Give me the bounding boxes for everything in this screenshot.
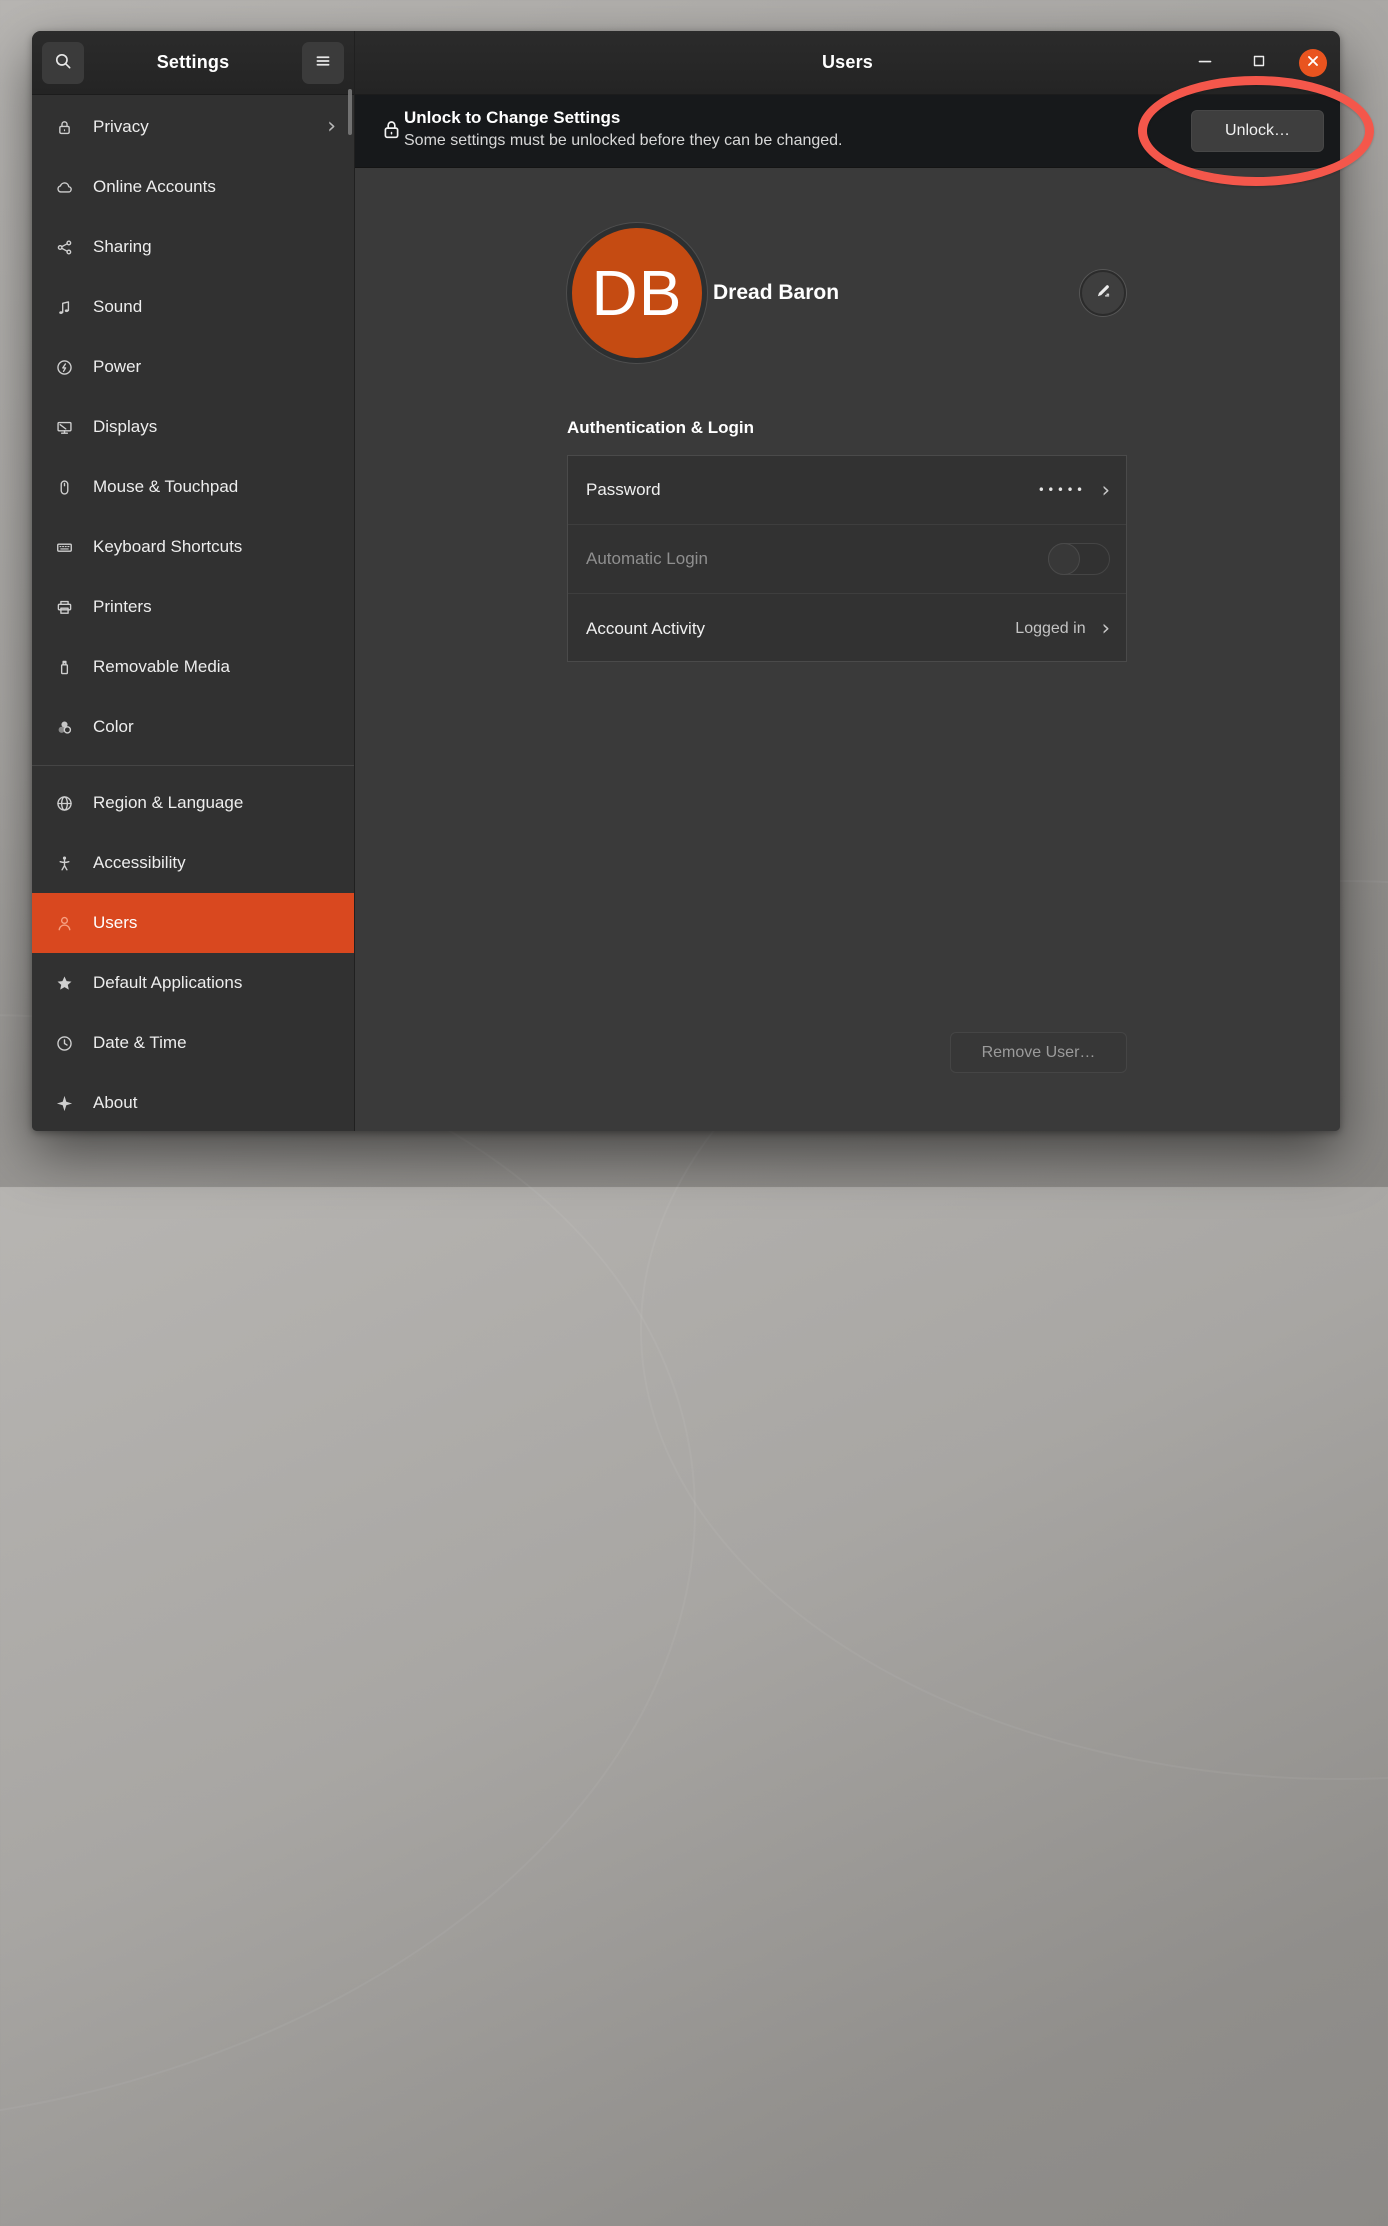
mouse-icon	[54, 477, 74, 497]
password-value: •••••	[1038, 483, 1086, 497]
avatar[interactable]: DB	[567, 223, 707, 363]
sidebar-item-label: Keyboard Shortcuts	[93, 537, 242, 557]
close-icon	[1304, 52, 1322, 75]
sidebar-item-label: Privacy	[93, 117, 149, 137]
share-icon	[54, 237, 74, 257]
sidebar-item-power[interactable]: Power	[32, 337, 354, 397]
sidebar: Settings Privacy › Online Accounts Sharing S…	[32, 31, 355, 1131]
minimize-icon	[1195, 51, 1215, 76]
main-panel: Users Unlock to Change Settings Some set…	[355, 31, 1340, 1131]
remove-user-button[interactable]: Remove User…	[950, 1032, 1127, 1073]
sidebar-header: Settings	[32, 31, 354, 95]
sidebar-item-removable-media[interactable]: Removable Media	[32, 637, 354, 697]
sidebar-item-region-language[interactable]: Region & Language	[32, 773, 354, 833]
unlock-button[interactable]: Unlock…	[1191, 110, 1324, 152]
sidebar-item-keyboard-shortcuts[interactable]: Keyboard Shortcuts	[32, 517, 354, 577]
sidebar-scrollbar-thumb[interactable]	[348, 89, 352, 135]
sidebar-item-label: Color	[93, 717, 134, 737]
sidebar-item-online-accounts[interactable]: Online Accounts	[32, 157, 354, 217]
user-icon	[54, 913, 74, 933]
sidebar-item-label: Sharing	[93, 237, 152, 257]
sidebar-list: Privacy › Online Accounts Sharing Sound Power…	[32, 95, 354, 1131]
minimize-button[interactable]	[1191, 49, 1219, 77]
chevron-right-icon: ›	[327, 116, 336, 138]
music-note-icon	[54, 297, 74, 317]
automatic-login-label: Automatic Login	[586, 549, 708, 569]
power-icon	[54, 357, 74, 377]
password-row[interactable]: Password ••••• ›	[568, 456, 1126, 525]
sidebar-item-sound[interactable]: Sound	[32, 277, 354, 337]
users-content: DB Dread Baron Authentication & Login Pa…	[355, 168, 1340, 1131]
settings-window: Settings Privacy › Online Accounts Sharing S…	[32, 31, 1340, 1131]
automatic-login-row: Automatic Login	[568, 525, 1126, 594]
sidebar-item-label: Removable Media	[93, 657, 230, 677]
sidebar-item-date-time[interactable]: Date & Time	[32, 1013, 354, 1073]
color-circles-icon	[54, 717, 74, 737]
sidebar-item-about[interactable]: About	[32, 1073, 354, 1131]
close-button[interactable]	[1299, 49, 1327, 77]
sparkle-icon	[54, 1093, 74, 1113]
auth-rows: Password ••••• › Automatic Login Account…	[567, 455, 1127, 662]
chevron-right-icon: ›	[1102, 618, 1110, 639]
usb-drive-icon	[54, 657, 74, 677]
sidebar-item-privacy[interactable]: Privacy ›	[32, 97, 354, 157]
toggle-knob	[1048, 543, 1080, 575]
account-activity-value: Logged in	[1015, 620, 1085, 638]
sidebar-item-label: Online Accounts	[93, 177, 216, 197]
sidebar-item-label: Displays	[93, 417, 157, 437]
clock-icon	[54, 1033, 74, 1053]
lock-icon	[379, 117, 404, 147]
sidebar-item-sharing[interactable]: Sharing	[32, 217, 354, 277]
user-full-name: Dread Baron	[713, 281, 839, 305]
cloud-icon	[54, 177, 74, 197]
display-icon	[54, 417, 74, 437]
window-controls	[1191, 31, 1327, 95]
sidebar-item-label: Region & Language	[93, 793, 243, 813]
keyboard-icon	[54, 537, 74, 557]
hamburger-menu-icon	[313, 51, 333, 76]
sidebar-item-users[interactable]: Users	[32, 893, 354, 953]
sidebar-item-label: Accessibility	[93, 853, 186, 873]
chevron-right-icon: ›	[1102, 480, 1110, 501]
banner-title: Unlock to Change Settings	[404, 108, 620, 128]
automatic-login-toggle[interactable]	[1048, 543, 1110, 575]
sidebar-item-label: Sound	[93, 297, 142, 317]
accessibility-person-icon	[54, 853, 74, 873]
edit-name-button[interactable]	[1080, 270, 1126, 316]
sidebar-item-default-applications[interactable]: Default Applications	[32, 953, 354, 1013]
sidebar-item-mouse-touchpad[interactable]: Mouse & Touchpad	[32, 457, 354, 517]
printer-icon	[54, 597, 74, 617]
account-activity-label: Account Activity	[586, 619, 705, 639]
sidebar-item-label: Users	[93, 913, 137, 933]
sidebar-item-label: About	[93, 1093, 137, 1113]
star-icon	[54, 973, 74, 993]
lock-icon	[54, 117, 74, 137]
password-label: Password	[586, 480, 661, 500]
maximize-button[interactable]	[1245, 49, 1273, 77]
avatar-initials: DB	[592, 256, 683, 330]
pencil-icon	[1093, 280, 1114, 306]
banner-subtitle: Some settings must be unlocked before th…	[404, 132, 843, 150]
sidebar-item-accessibility[interactable]: Accessibility	[32, 833, 354, 893]
menu-button[interactable]	[302, 42, 344, 84]
sidebar-item-label: Date & Time	[93, 1033, 187, 1053]
account-activity-row[interactable]: Account Activity Logged in ›	[568, 594, 1126, 663]
auth-section-heading: Authentication & Login	[567, 418, 754, 438]
maximize-icon	[1250, 52, 1268, 75]
sidebar-item-color[interactable]: Color	[32, 697, 354, 757]
globe-icon	[54, 793, 74, 813]
sidebar-item-printers[interactable]: Printers	[32, 577, 354, 637]
sidebar-item-label: Default Applications	[93, 973, 242, 993]
sidebar-item-label: Printers	[93, 597, 152, 617]
titlebar[interactable]: Users	[355, 31, 1340, 95]
sidebar-item-label: Mouse & Touchpad	[93, 477, 238, 497]
unlock-banner: Unlock to Change Settings Some settings …	[355, 95, 1340, 168]
sidebar-separator	[32, 757, 354, 773]
sidebar-item-displays[interactable]: Displays	[32, 397, 354, 457]
sidebar-item-label: Power	[93, 357, 141, 377]
